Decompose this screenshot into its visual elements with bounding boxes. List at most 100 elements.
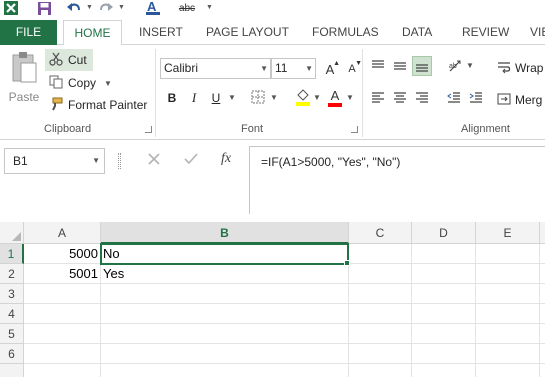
enter-check-icon[interactable] [184,152,198,169]
redo-icon[interactable] [98,0,114,16]
copy-label: Copy [68,76,97,90]
copy-icon [49,75,63,92]
borders-button[interactable] [248,88,268,108]
active-cell-border [100,243,349,265]
column-header-a[interactable]: A [24,222,101,244]
copy-button[interactable]: Copy ▼ [49,73,112,93]
fill-handle[interactable] [344,260,350,266]
align-right-button[interactable] [412,88,432,108]
row-header-7[interactable] [0,364,24,377]
font-color-icon[interactable]: A [144,0,162,16]
align-right-icon [416,92,428,103]
font-size-select[interactable]: 11 ▼ [271,58,316,79]
underline-button[interactable]: U [206,88,226,108]
font-color-button[interactable]: A [325,88,345,108]
grow-font-button[interactable]: A ▲ [320,59,340,79]
orientation-dropdown-icon[interactable]: ▼ [466,61,474,70]
name-box[interactable]: B1 ▼ [4,148,105,174]
increase-indent-button[interactable] [466,88,486,108]
align-middle-button[interactable] [390,56,410,76]
paste-button[interactable]: Paste [6,51,42,107]
ribbon-separator [362,49,363,137]
tab-formulas[interactable]: FORMULAS [312,20,379,45]
tab-home[interactable]: HOME [63,20,122,46]
column-header-d[interactable]: D [412,222,476,244]
tab-insert[interactable]: INSERT [139,20,183,45]
borders-icon [251,90,265,107]
row-header-3[interactable]: 3 [0,284,24,304]
resize-handle-icon[interactable] [118,153,121,169]
row-header-1[interactable]: 1 [0,244,24,264]
tab-file[interactable]: FILE [0,20,57,45]
save-icon[interactable] [36,0,52,16]
tab-page-layout[interactable]: PAGE LAYOUT [206,20,289,45]
grow-caret-icon: ▲ [333,60,340,67]
clipboard-launcher-icon[interactable] [145,126,152,133]
format-painter-button[interactable]: Format Painter [49,95,147,115]
underline-dropdown-icon[interactable]: ▼ [228,93,236,102]
decrease-indent-icon [447,92,460,103]
merge-center-button[interactable]: Merg [497,90,542,110]
orientation-button[interactable]: ab [446,56,466,76]
formula-input[interactable]: =IF(A1>5000, "Yes", "No") [249,146,545,214]
insert-function-icon[interactable]: fx [221,151,231,167]
scissors-icon [49,52,63,69]
decrease-indent-button[interactable] [444,88,464,108]
customize-qat-icon[interactable]: ▼ [206,4,213,11]
tab-review[interactable]: REVIEW [462,20,509,45]
font-launcher-icon[interactable] [351,126,358,133]
cell-b2[interactable]: Yes [100,264,348,284]
worksheet-grid: A B C D E 1 2 3 4 5 6 5000 No 5001 Yes [0,222,545,377]
alignment-group-label: Alignment [461,123,510,135]
gridline [24,303,545,304]
redo-dropdown-icon[interactable]: ▼ [118,4,125,11]
font-color-dropdown-icon[interactable]: ▼ [346,93,354,102]
font-name-select[interactable]: Calibri ▼ [160,58,271,79]
column-header-e[interactable]: E [476,222,540,244]
row-header-5[interactable]: 5 [0,324,24,344]
chevron-down-icon: ▼ [260,64,268,73]
undo-icon[interactable] [66,0,82,16]
formula-bar: B1 ▼ fx =IF(A1>5000, "Yes", "No") [0,140,545,222]
tab-view[interactable]: VIE [530,20,545,45]
chevron-down-icon: ▼ [92,156,100,165]
row-header-4[interactable]: 4 [0,304,24,324]
shrink-font-button[interactable]: A ▼ [342,59,362,79]
select-all-button[interactable] [0,222,24,244]
copy-dropdown-icon[interactable]: ▼ [104,79,112,88]
paint-bucket-icon [295,88,311,109]
chevron-down-icon: ▼ [305,64,313,73]
column-header-f[interactable] [540,222,545,244]
tab-data[interactable]: DATA [402,20,432,45]
cancel-icon[interactable] [147,152,161,169]
fill-color-button[interactable] [293,88,313,108]
cell-a1[interactable]: 5000 [24,244,100,264]
svg-text:A: A [147,0,157,14]
cut-label: Cut [68,53,87,67]
fill-color-dropdown-icon[interactable]: ▼ [313,93,321,102]
italic-button[interactable]: I [184,88,204,108]
cell-a2[interactable]: 5001 [24,264,100,284]
wrap-text-button[interactable]: Wrap [497,58,543,78]
row-header-6[interactable]: 6 [0,344,24,364]
align-top-button[interactable] [368,56,388,76]
borders-dropdown-icon[interactable]: ▼ [270,93,278,102]
ribbon: Paste Cut Copy ▼ Format Painter Clipboar… [0,45,545,140]
spelling-icon[interactable]: abc [176,0,198,16]
column-header-c[interactable]: C [349,222,412,244]
format-painter-label: Format Painter [68,98,148,112]
align-center-button[interactable] [390,88,410,108]
undo-dropdown-icon[interactable]: ▼ [86,4,93,11]
cut-button[interactable]: Cut [45,49,93,71]
align-left-button[interactable] [368,88,388,108]
column-header-b[interactable]: B [101,222,349,244]
excel-logo-icon [3,0,19,16]
align-top-icon [372,60,384,68]
bold-button[interactable]: B [162,88,182,108]
gridline [24,363,545,364]
align-bottom-button[interactable] [412,56,432,76]
align-left-icon [372,92,384,103]
merge-icon [497,92,511,109]
row-header-2[interactable]: 2 [0,264,24,284]
font-group-label: Font [241,123,264,135]
